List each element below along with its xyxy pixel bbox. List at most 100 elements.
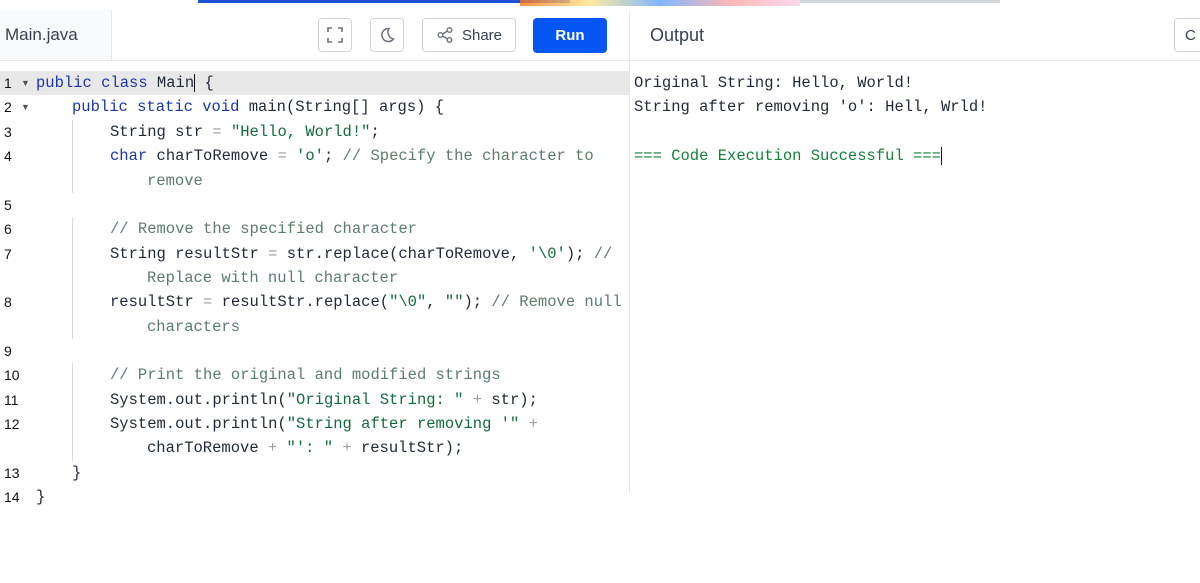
run-button[interactable]: Run: [533, 18, 607, 53]
indent-guide: [72, 217, 73, 242]
code-line[interactable]: 10 // Print the original and modified st…: [0, 363, 629, 388]
code-comment: // Specify the character to: [342, 147, 594, 166]
output-cursor: [940, 147, 942, 166]
code-comment-wrap: characters: [147, 317, 241, 336]
line-number: 14: [4, 488, 20, 505]
output-success-line: === Code Execution Successful ===: [634, 144, 987, 168]
indent-guide: [72, 363, 73, 388]
code-token: 'o': [296, 147, 324, 166]
output-line: String after removing 'o': Hell, Wrld!: [634, 98, 988, 117]
code-comment: // Print the original and modified strin…: [110, 366, 501, 385]
code-editor[interactable]: 1 ▼ public class Main { 2 ▼ public static …: [0, 71, 629, 509]
clear-label: C: [1185, 26, 1196, 44]
fold-arrow-icon[interactable]: ▼: [21, 95, 30, 119]
code-token: );: [463, 293, 492, 312]
code-token: =: [203, 293, 222, 312]
theme-toggle-button[interactable]: [370, 18, 404, 52]
indent-guide: [72, 387, 73, 412]
code-token: =: [277, 147, 297, 166]
line-number: 7: [4, 245, 12, 262]
code-token: public class: [36, 74, 157, 92]
top-grey-bar: [800, 0, 1000, 3]
code-token: main(String[] args) {: [248, 98, 445, 117]
code-token: charToRemove: [156, 147, 278, 166]
code-line[interactable]: 2 ▼ public static void main(String[] args…: [0, 95, 629, 119]
editor-pane: Main.java Share Run 1 ▼ public class Mai…: [0, 10, 630, 506]
code-token: ;: [323, 147, 343, 166]
code-comment-wrap: Replace with null character: [147, 268, 399, 287]
top-accent-bar: [198, 0, 570, 3]
fold-arrow-icon[interactable]: ▼: [21, 71, 30, 95]
code-token: public static void: [72, 98, 249, 117]
code-line[interactable]: 5: [0, 193, 629, 217]
code-line[interactable]: 3 String str = "Hello, World!";: [0, 119, 629, 145]
indent-guide: [72, 241, 73, 291]
code-token: charToRemove: [147, 439, 268, 458]
code-token: ;: [370, 122, 380, 141]
code-token: str.replace(charToRemove,: [286, 244, 529, 263]
code-comment: // Remove the specified character: [110, 220, 417, 239]
line-number: 2: [4, 99, 12, 116]
code-token: "': ": [286, 439, 334, 458]
output-header: Output C: [630, 10, 1200, 61]
code-comment: //: [593, 244, 613, 263]
line-number: 3: [4, 123, 12, 140]
indent-guide: [72, 119, 73, 145]
code-line[interactable]: 13 }: [0, 461, 629, 485]
code-line[interactable]: 8 resultStr = resultStr.replace("\0", ""…: [0, 290, 629, 339]
line-number: 13: [4, 464, 20, 481]
code-token: ,: [426, 293, 445, 312]
code-token: System.out.println(: [110, 390, 287, 409]
code-line[interactable]: 12 System.out.println("String after remo…: [0, 411, 629, 461]
code-token: =: [268, 244, 287, 263]
code-token: {: [195, 74, 214, 92]
line-number: 4: [4, 148, 12, 165]
code-comment-wrap: remove: [147, 171, 203, 190]
share-button[interactable]: Share: [422, 18, 516, 52]
moon-icon: [381, 27, 395, 43]
code-token: resultStr);: [360, 439, 464, 458]
code-line[interactable]: 4 char charToRemove = 'o'; // Specify th…: [0, 144, 629, 193]
code-token: '\0': [528, 244, 566, 263]
code-line[interactable]: 6 // Remove the specified character: [0, 217, 629, 242]
output-line: Original String: Hello, World!: [634, 74, 914, 92]
output-console[interactable]: Original String: Hello, World! String af…: [634, 71, 987, 169]
fullscreen-button[interactable]: [318, 18, 352, 52]
code-line[interactable]: 7 String resultStr = str.replace(charToR…: [0, 241, 629, 291]
code-token: resultStr.replace(: [221, 293, 390, 312]
line-number: 1: [4, 75, 12, 91]
code-token: "Original String: ": [286, 390, 464, 409]
output-pane: Output C Original String: Hello, World! …: [630, 10, 1200, 493]
indent-guide: [72, 144, 73, 193]
editor-header: Main.java Share Run: [0, 10, 629, 61]
share-icon: [437, 27, 453, 43]
code-token: System.out.println(: [110, 414, 287, 433]
code-comment: // Remove null: [491, 293, 622, 312]
code-token: Main: [156, 74, 195, 92]
code-line[interactable]: 9: [0, 339, 629, 363]
code-token: "Hello, World!": [230, 122, 371, 141]
output-title: Output: [650, 24, 705, 45]
code-token: "String after removing '": [286, 414, 520, 433]
code-line[interactable]: 1 ▼ public class Main {: [0, 71, 629, 96]
code-token: );: [565, 244, 594, 263]
indent-guide: [72, 290, 73, 339]
code-token: +: [267, 439, 287, 458]
line-number: 5: [4, 196, 12, 213]
clear-button[interactable]: C: [1174, 18, 1200, 52]
share-label: Share: [461, 26, 503, 44]
code-line[interactable]: 11 System.out.println("Original String: …: [0, 387, 629, 412]
code-token: String resultStr: [110, 244, 269, 263]
line-number: 11: [4, 391, 19, 408]
code-line[interactable]: 14 }: [0, 485, 629, 509]
file-tab-label: Main.java: [5, 25, 78, 44]
indent-guide: [72, 411, 73, 461]
code-token: }: [36, 487, 46, 506]
run-label: Run: [555, 27, 585, 44]
code-token: char: [110, 147, 157, 166]
code-token: }: [72, 463, 82, 482]
code-token: +: [463, 390, 492, 409]
file-tab-main-java[interactable]: Main.java: [0, 10, 112, 60]
code-token: String str: [110, 122, 213, 141]
